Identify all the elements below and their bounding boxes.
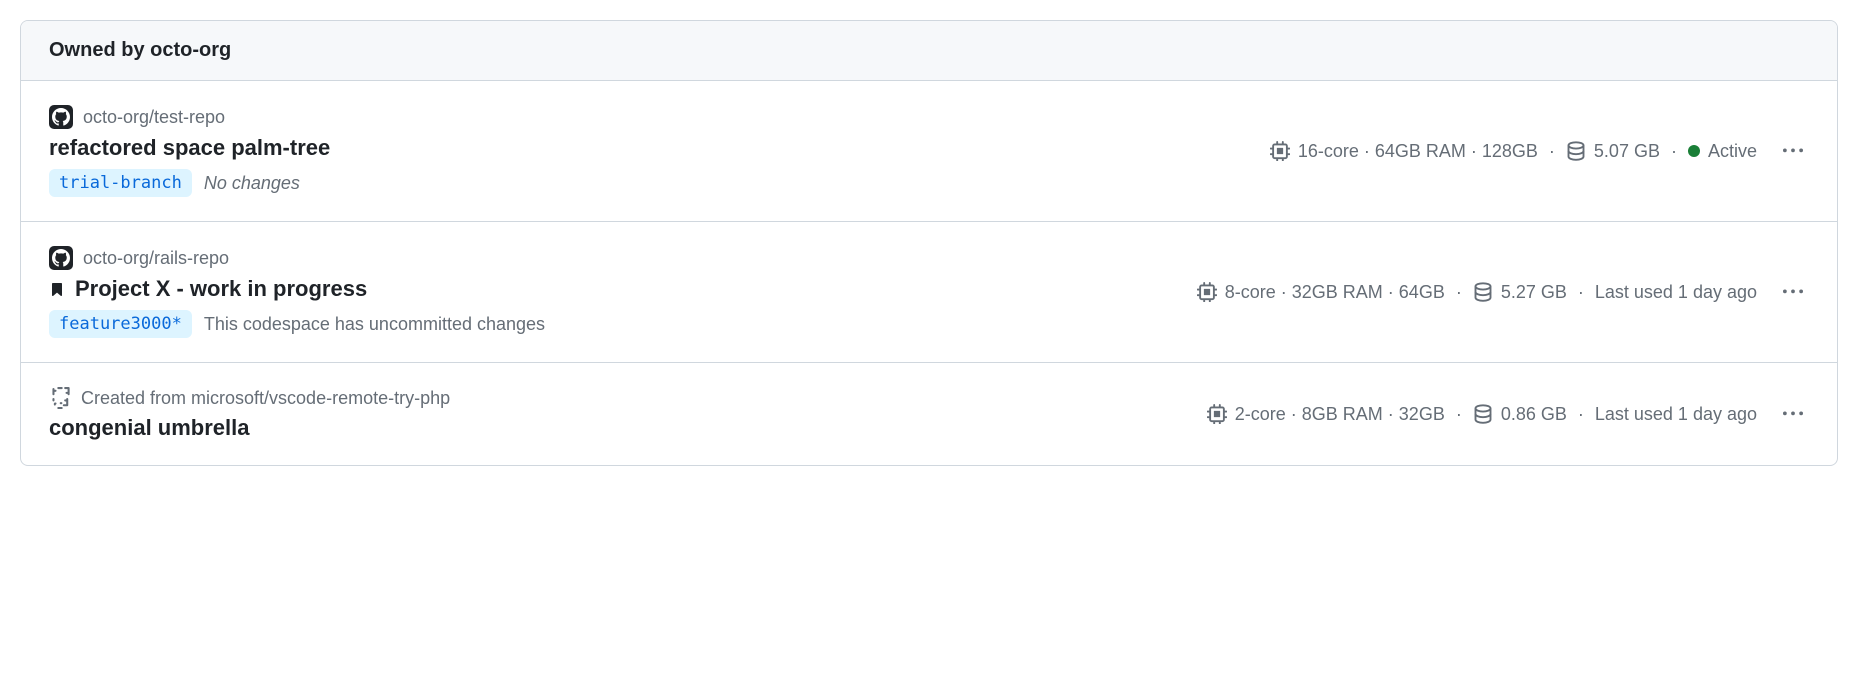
panel-header: Owned by octo-org bbox=[21, 21, 1837, 81]
more-actions-button[interactable] bbox=[1777, 276, 1809, 308]
repo-line: Created from microsoft/vscode-remote-try… bbox=[49, 387, 450, 409]
codespace-name[interactable]: Project X - work in progress bbox=[75, 276, 367, 302]
codespace-row: octo-org/rails-repo Project X - work in … bbox=[21, 222, 1837, 363]
activity-text: Active bbox=[1708, 141, 1757, 162]
codespace-row: Created from microsoft/vscode-remote-try… bbox=[21, 363, 1837, 465]
branch-tag[interactable]: feature3000* bbox=[49, 310, 192, 338]
meta-info: 8-core · 32GB RAM · 64GB · 5.27 GB · Las… bbox=[1197, 282, 1757, 303]
branch-line: feature3000* This codespace has uncommit… bbox=[49, 310, 545, 338]
database-icon bbox=[1473, 282, 1493, 302]
branch-status: No changes bbox=[204, 173, 300, 194]
codespaces-panel: Owned by octo-org octo-org/test-repo ref… bbox=[20, 20, 1838, 466]
template-source-text: Created from microsoft/vscode-remote-try… bbox=[81, 388, 450, 409]
codespace-row: octo-org/test-repo refactored space palm… bbox=[21, 81, 1837, 222]
name-line: Project X - work in progress bbox=[49, 276, 545, 302]
database-icon bbox=[1473, 404, 1493, 424]
separator: · bbox=[1668, 141, 1680, 162]
codespace-info: Created from microsoft/vscode-remote-try… bbox=[49, 387, 450, 441]
name-line: refactored space palm-tree bbox=[49, 135, 330, 161]
codespace-meta: 8-core · 32GB RAM · 64GB · 5.27 GB · Las… bbox=[1197, 276, 1809, 308]
kebab-icon bbox=[1783, 141, 1803, 161]
repo-name[interactable]: octo-org/test-repo bbox=[83, 107, 225, 128]
codespace-info: octo-org/test-repo refactored space palm… bbox=[49, 105, 330, 197]
cpu-icon bbox=[1207, 404, 1227, 424]
specs-text: 2-core · 8GB RAM · 32GB bbox=[1235, 404, 1445, 425]
specs-text: 16-core · 64GB RAM · 128GB bbox=[1298, 141, 1538, 162]
codespace-meta: 16-core · 64GB RAM · 128GB · 5.07 GB · A… bbox=[1270, 135, 1809, 167]
specs-text: 8-core · 32GB RAM · 64GB bbox=[1225, 282, 1445, 303]
github-icon bbox=[49, 105, 73, 129]
template-repo-icon bbox=[49, 387, 71, 409]
separator: · bbox=[1453, 404, 1465, 425]
repo-line: octo-org/test-repo bbox=[49, 105, 330, 129]
database-icon bbox=[1566, 141, 1586, 161]
repo-name[interactable]: octo-org/rails-repo bbox=[83, 248, 229, 269]
cpu-icon bbox=[1197, 282, 1217, 302]
name-line: congenial umbrella bbox=[49, 415, 450, 441]
meta-info: 16-core · 64GB RAM · 128GB · 5.07 GB · A… bbox=[1270, 141, 1757, 162]
cpu-icon bbox=[1270, 141, 1290, 161]
repo-line: octo-org/rails-repo bbox=[49, 246, 545, 270]
branch-tag[interactable]: trial-branch bbox=[49, 169, 192, 197]
meta-info: 2-core · 8GB RAM · 32GB · 0.86 GB · Last… bbox=[1207, 404, 1757, 425]
codespace-info: octo-org/rails-repo Project X - work in … bbox=[49, 246, 545, 338]
more-actions-button[interactable] bbox=[1777, 135, 1809, 167]
separator: · bbox=[1575, 282, 1587, 303]
storage-text: 5.07 GB bbox=[1594, 141, 1660, 162]
activity-text: Last used 1 day ago bbox=[1595, 404, 1757, 425]
bookmark-icon bbox=[49, 279, 65, 299]
activity-text: Last used 1 day ago bbox=[1595, 282, 1757, 303]
storage-text: 5.27 GB bbox=[1501, 282, 1567, 303]
kebab-icon bbox=[1783, 282, 1803, 302]
panel-title: Owned by octo-org bbox=[49, 39, 1809, 62]
storage-text: 0.86 GB bbox=[1501, 404, 1567, 425]
branch-line: trial-branch No changes bbox=[49, 169, 330, 197]
active-dot-icon bbox=[1688, 145, 1700, 157]
branch-status: This codespace has uncommitted changes bbox=[204, 314, 545, 335]
separator: · bbox=[1453, 282, 1465, 303]
kebab-icon bbox=[1783, 404, 1803, 424]
github-icon bbox=[49, 246, 73, 270]
separator: · bbox=[1546, 141, 1558, 162]
codespace-meta: 2-core · 8GB RAM · 32GB · 0.86 GB · Last… bbox=[1207, 398, 1809, 430]
codespace-name[interactable]: congenial umbrella bbox=[49, 415, 250, 441]
codespace-name[interactable]: refactored space palm-tree bbox=[49, 135, 330, 161]
separator: · bbox=[1575, 404, 1587, 425]
more-actions-button[interactable] bbox=[1777, 398, 1809, 430]
